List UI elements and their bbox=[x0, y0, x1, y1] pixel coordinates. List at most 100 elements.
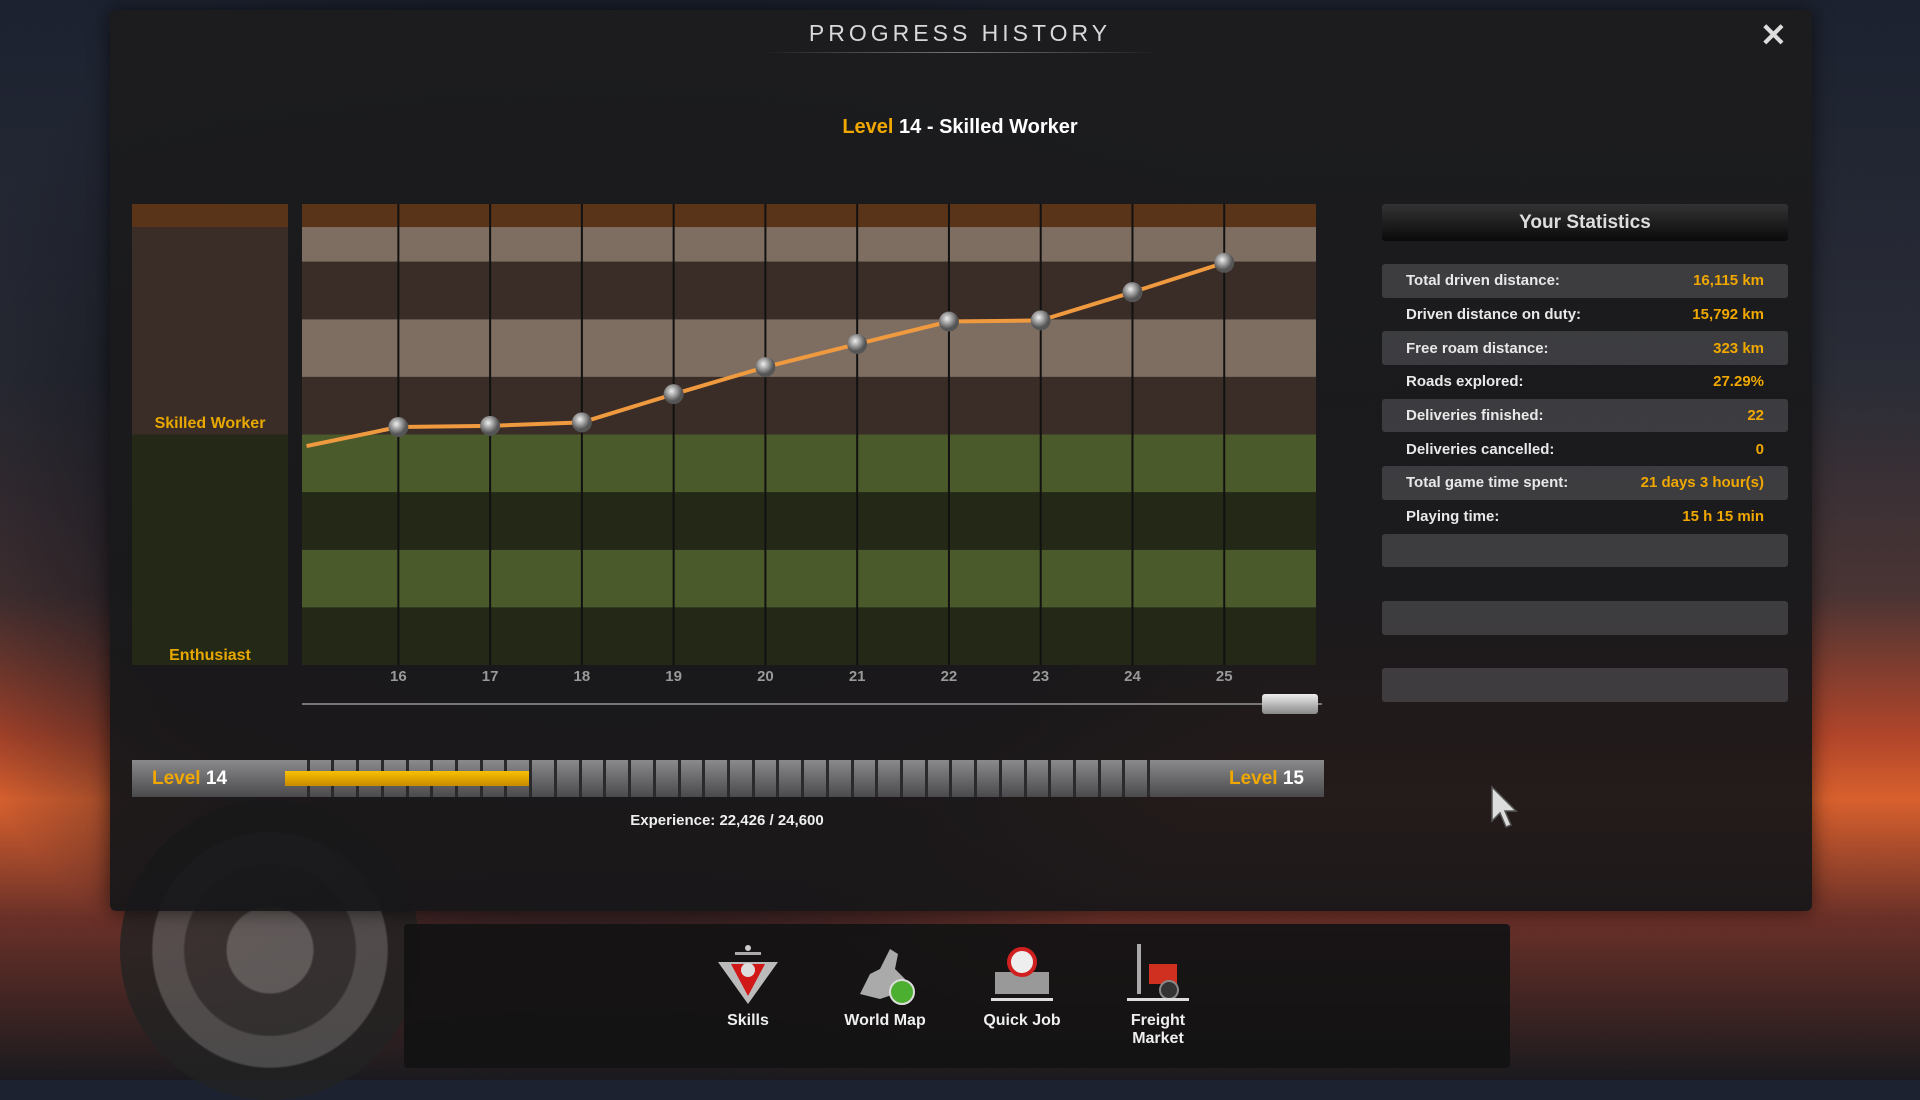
level-segment bbox=[655, 760, 678, 797]
level-segment bbox=[680, 760, 703, 797]
stat-label: Roads explored: bbox=[1406, 373, 1524, 391]
stat-row bbox=[1382, 668, 1788, 702]
rank-label-enthusiast: Enthusiast bbox=[169, 647, 251, 664]
chart-band-top bbox=[302, 204, 1316, 228]
x-tick-label: 19 bbox=[665, 668, 682, 685]
data-point bbox=[847, 334, 868, 355]
rank-panel-enthusiast bbox=[132, 434, 288, 665]
stat-label: Total game time spent: bbox=[1406, 474, 1569, 492]
stat-label: Deliveries cancelled: bbox=[1406, 440, 1555, 458]
level-segment bbox=[902, 760, 925, 797]
stat-row: Playing time: 15 h 15 min bbox=[1382, 500, 1788, 534]
chart-band bbox=[302, 319, 1316, 377]
level-end: Level 15 bbox=[1172, 760, 1324, 797]
data-point bbox=[571, 412, 592, 433]
rank-panel-top bbox=[132, 204, 288, 228]
mouse-cursor-icon bbox=[1491, 785, 1518, 828]
stat-value: 27.29% bbox=[1713, 373, 1764, 391]
statistics-title: Your Statistics bbox=[1382, 204, 1788, 241]
data-point bbox=[938, 311, 959, 332]
level-segment bbox=[1026, 760, 1049, 797]
dock-quick-job-button[interactable]: Quick Job bbox=[957, 924, 1087, 1030]
stat-label: Driven distance on duty: bbox=[1406, 306, 1582, 324]
statistics-panel: Your Statistics Total driven distance: 16… bbox=[1382, 204, 1788, 702]
level-segment bbox=[581, 760, 604, 797]
level-segment bbox=[853, 760, 876, 797]
level-segment bbox=[1076, 760, 1098, 797]
level-segment bbox=[804, 760, 826, 797]
dock-label: Quick Job bbox=[983, 1012, 1061, 1029]
stat-row: Total driven distance: 16,115 km bbox=[1382, 264, 1788, 298]
stat-value: 0 bbox=[1755, 440, 1764, 458]
x-tick-label: 17 bbox=[481, 668, 499, 685]
world-map-icon bbox=[860, 949, 915, 1005]
x-tick-label: 23 bbox=[1032, 668, 1050, 685]
level-segment bbox=[1125, 760, 1148, 797]
level-segment bbox=[556, 760, 579, 797]
stat-value: 22 bbox=[1747, 407, 1764, 425]
x-tick-label: 22 bbox=[940, 668, 958, 685]
level-progress-fill bbox=[285, 771, 529, 786]
chart-scrollbar-thumb[interactable] bbox=[1262, 694, 1318, 714]
dock-label: Freight Market bbox=[1130, 1012, 1186, 1047]
x-tick-label: 25 bbox=[1215, 668, 1233, 685]
stat-row bbox=[1382, 533, 1788, 568]
dock-world-map-button[interactable]: World Map bbox=[820, 924, 950, 1030]
stat-value: 21 days 3 hour(s) bbox=[1640, 474, 1764, 492]
level-segment bbox=[1001, 760, 1024, 797]
level-segment bbox=[1051, 760, 1073, 797]
level-segment bbox=[977, 760, 999, 797]
dock-skills-button[interactable]: Skills bbox=[683, 924, 813, 1030]
x-tick-label: 18 bbox=[573, 668, 591, 685]
dock-label: Skills bbox=[727, 1012, 769, 1029]
level-segment bbox=[1150, 760, 1172, 797]
stat-row: Driven distance on duty: 15,792 km bbox=[1382, 298, 1788, 332]
stat-label: Deliveries finished: bbox=[1406, 407, 1544, 425]
level-segment bbox=[754, 760, 777, 797]
rank-label-skilled-worker: Skilled Worker bbox=[154, 415, 266, 432]
level-segment bbox=[705, 760, 727, 797]
level-segment bbox=[606, 760, 629, 797]
level-segment bbox=[729, 760, 752, 797]
stat-value: 15,792 km bbox=[1692, 306, 1764, 324]
stat-label: Playing time: bbox=[1406, 508, 1500, 526]
x-tick-label: 24 bbox=[1124, 668, 1141, 685]
bottom-dock: Skills World Map Quick Job Freight Marke… bbox=[404, 924, 1510, 1068]
stat-label: Total driven distance: bbox=[1406, 272, 1560, 290]
quick-job-icon bbox=[991, 947, 1053, 1001]
stat-row bbox=[1382, 600, 1788, 635]
level-start-num: 14 bbox=[205, 768, 228, 789]
level-segment bbox=[878, 760, 900, 797]
stat-value: 16,115 km bbox=[1693, 272, 1764, 290]
level-segment bbox=[1100, 760, 1123, 797]
level-progress-bar: Level 14 Level 15 bbox=[132, 760, 1324, 797]
level-segment bbox=[828, 760, 851, 797]
chart-band bbox=[302, 434, 1316, 493]
stat-row: Roads explored: 27.29% bbox=[1382, 365, 1788, 399]
chart-band bbox=[302, 261, 1316, 320]
stat-label: Free roam distance: bbox=[1406, 339, 1549, 357]
data-point bbox=[1122, 282, 1143, 303]
dock-freight-market-button[interactable]: Freight Market bbox=[1093, 920, 1223, 1048]
chart-band bbox=[302, 549, 1316, 608]
stat-row: Total game time spent: 21 days 3 hour(s) bbox=[1382, 466, 1788, 500]
x-tick-label: 16 bbox=[390, 668, 407, 685]
stat-row: Deliveries finished: 22 bbox=[1382, 398, 1788, 433]
data-point bbox=[388, 417, 409, 438]
data-point bbox=[1030, 310, 1051, 331]
level-segment bbox=[927, 760, 950, 797]
stat-row: Free roam distance: 323 km bbox=[1382, 331, 1788, 366]
chart-band bbox=[302, 607, 1316, 665]
skills-icon bbox=[718, 945, 778, 1004]
stat-row: Deliveries cancelled: 0 bbox=[1382, 432, 1788, 466]
level-segment bbox=[952, 760, 975, 797]
experience-text: Experience: 22,426 / 24,600 bbox=[630, 812, 824, 829]
chart-band bbox=[302, 492, 1316, 550]
chart-scrollbar-track[interactable] bbox=[302, 703, 1322, 705]
stat-row bbox=[1382, 567, 1788, 601]
level-segment bbox=[779, 760, 802, 797]
level-end-word: Level bbox=[1228, 768, 1278, 789]
level-start: Level 14 bbox=[132, 760, 285, 797]
level-segment bbox=[631, 760, 653, 797]
x-tick-label: 21 bbox=[848, 668, 866, 685]
